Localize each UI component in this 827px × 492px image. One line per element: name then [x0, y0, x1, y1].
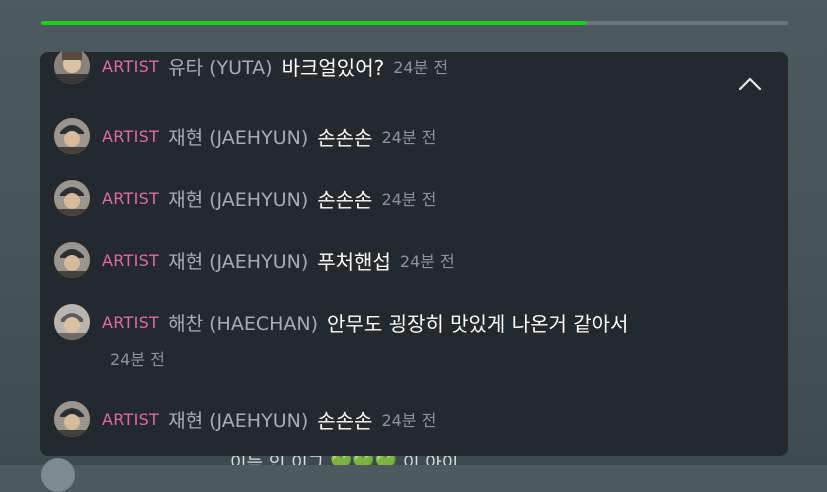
sender-name[interactable]: 재현 (JAEHYUN) [168, 185, 308, 212]
role-badge: ARTIST [102, 126, 160, 146]
avatar[interactable] [41, 458, 75, 492]
message-time: 24분 전 [399, 252, 455, 271]
message-text: 손손손 [317, 408, 373, 433]
collapse-chat-button[interactable] [732, 68, 768, 100]
avatar[interactable] [54, 304, 90, 340]
sender-name[interactable]: 재현 (JAEHYUN) [168, 406, 308, 433]
sender-name[interactable]: 해찬 (HAECHAN) [168, 309, 318, 336]
message-text: 안무도 굉장히 맛있게 나온거 같아서 [327, 311, 629, 336]
message-text: 바크얼있어? [281, 55, 385, 80]
role-badge: ARTIST [102, 56, 160, 76]
avatar[interactable] [54, 180, 90, 216]
playback-progress-fill [41, 21, 587, 25]
role-badge: ARTIST [102, 409, 160, 429]
comment-text-tail: 이 아이 [403, 456, 458, 465]
role-badge: ARTIST [102, 250, 160, 270]
green-heart-emoji: 💚💚💚 [330, 456, 397, 465]
message-time: 24분 전 [393, 58, 449, 77]
role-badge: ARTIST [102, 188, 160, 208]
avatar[interactable] [54, 52, 90, 84]
message-time: 24분 전 [381, 411, 437, 430]
sender-name[interactable]: 재현 (JAEHYUN) [168, 247, 308, 274]
chat-panel: ARTIST 유타 (YUTA) 바크얼있어? 24분 전 ARTIST 재현 … [40, 52, 788, 456]
message-time: 24분 전 [110, 350, 165, 369]
role-badge: ARTIST [102, 312, 160, 332]
message-time: 24분 전 [381, 190, 437, 209]
partial-comment-text: 이듣 인 이그 💚💚💚 이 아이 [230, 456, 458, 465]
message-text: 손손손 [317, 187, 373, 212]
message-time: 24분 전 [381, 128, 437, 147]
chat-message: ARTIST 해찬 (HAECHAN) 안무도 굉장히 맛있게 나온거 같아서 … [54, 304, 768, 374]
sender-name[interactable]: 재현 (JAEHYUN) [168, 123, 308, 150]
message-text: 손손손 [317, 125, 373, 150]
playback-progress-bar[interactable] [41, 21, 788, 25]
avatar[interactable] [54, 118, 90, 154]
avatar[interactable] [54, 242, 90, 278]
comment-text: 이듣 인 이그 [230, 456, 324, 465]
chevron-up-icon [738, 77, 762, 91]
avatar[interactable] [54, 401, 90, 437]
message-text: 푸처핸섭 [317, 249, 391, 274]
sender-name[interactable]: 유타 (YUTA) [168, 53, 272, 80]
